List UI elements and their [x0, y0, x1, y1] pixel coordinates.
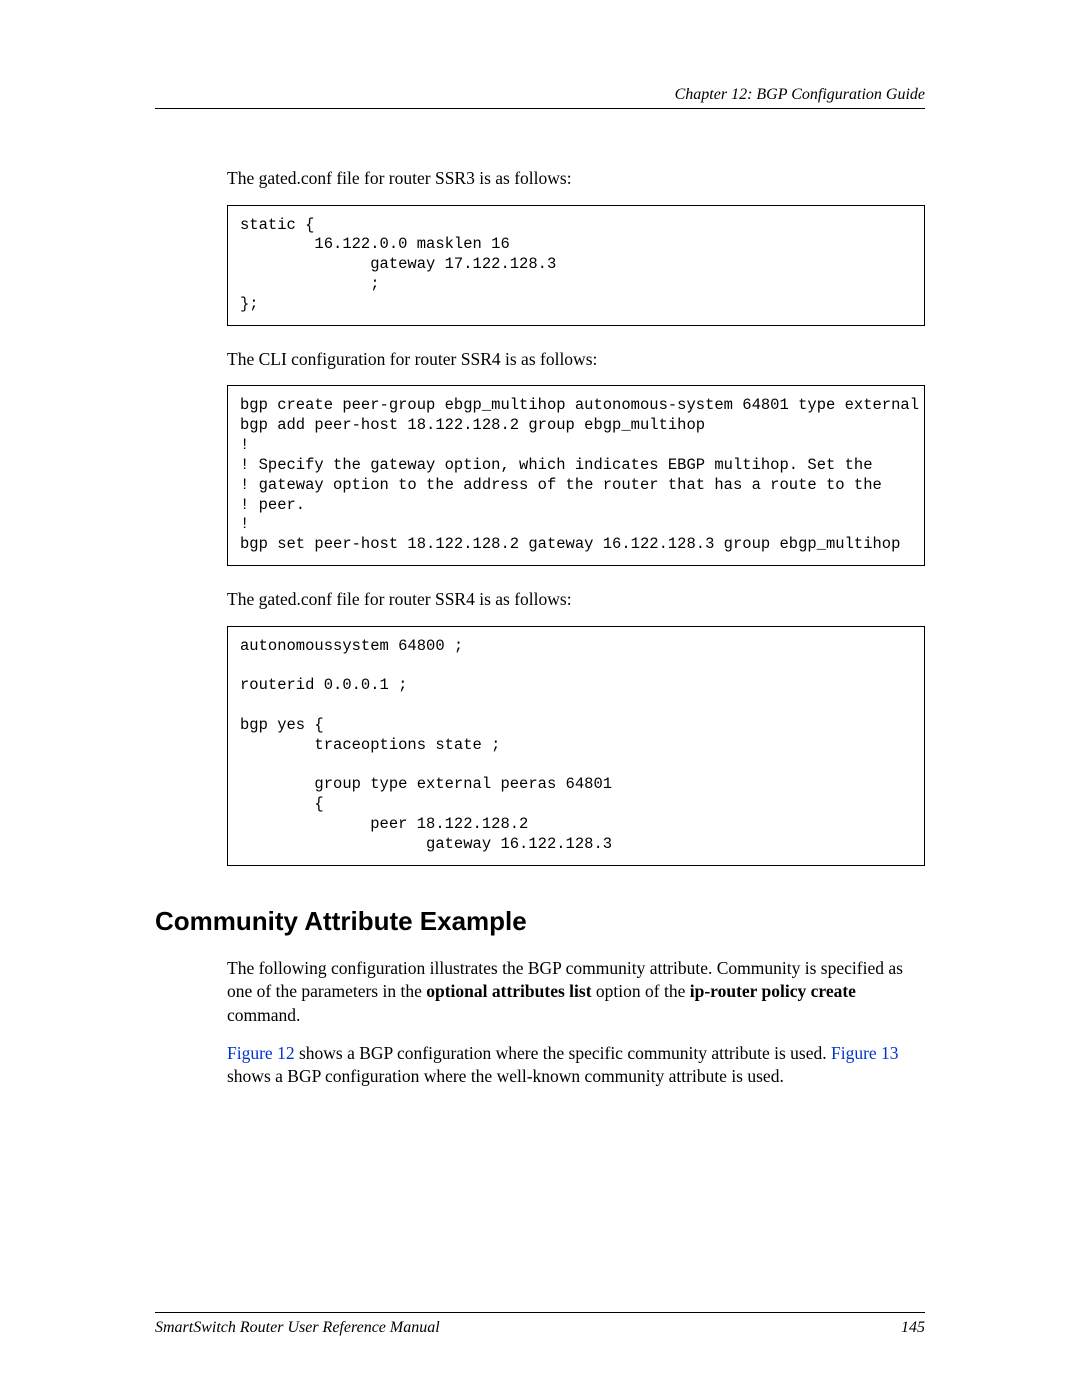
code-block-ssr3-gated: static { 16.122.0.0 masklen 16 gateway 1…: [227, 205, 925, 326]
section-heading-community: Community Attribute Example: [155, 906, 925, 937]
text-segment: shows a BGP configuration where the well…: [227, 1066, 784, 1086]
footer-title: SmartSwitch Router User Reference Manual: [155, 1319, 440, 1337]
page-number: 145: [901, 1319, 925, 1337]
code-block-ssr4-gated: autonomoussystem 64800 ; routerid 0.0.0.…: [227, 626, 925, 866]
bold-optional-attributes: optional attributes list: [426, 981, 591, 1001]
bold-ip-router-policy: ip-router policy create: [690, 981, 856, 1001]
chapter-title: Chapter 12: BGP Configuration Guide: [155, 86, 925, 104]
text-segment: shows a BGP configuration where the spec…: [295, 1043, 831, 1063]
link-figure-12[interactable]: Figure 12: [227, 1043, 295, 1063]
text-segment: command.: [227, 1005, 300, 1025]
paragraph-figure-refs: Figure 12 shows a BGP configuration wher…: [227, 1042, 925, 1089]
link-figure-13[interactable]: Figure 13: [831, 1043, 899, 1063]
page-footer: SmartSwitch Router User Reference Manual…: [155, 1312, 925, 1337]
paragraph-ssr3-gated: The gated.conf file for router SSR3 is a…: [227, 167, 925, 191]
text-segment: option of the: [592, 981, 690, 1001]
code-block-ssr4-cli: bgp create peer-group ebgp_multihop auto…: [227, 385, 925, 566]
paragraph-community-intro: The following configuration illustrates …: [227, 957, 925, 1028]
page-header: Chapter 12: BGP Configuration Guide: [155, 86, 925, 109]
paragraph-ssr4-cli: The CLI configuration for router SSR4 is…: [227, 348, 925, 372]
paragraph-ssr4-gated: The gated.conf file for router SSR4 is a…: [227, 588, 925, 612]
